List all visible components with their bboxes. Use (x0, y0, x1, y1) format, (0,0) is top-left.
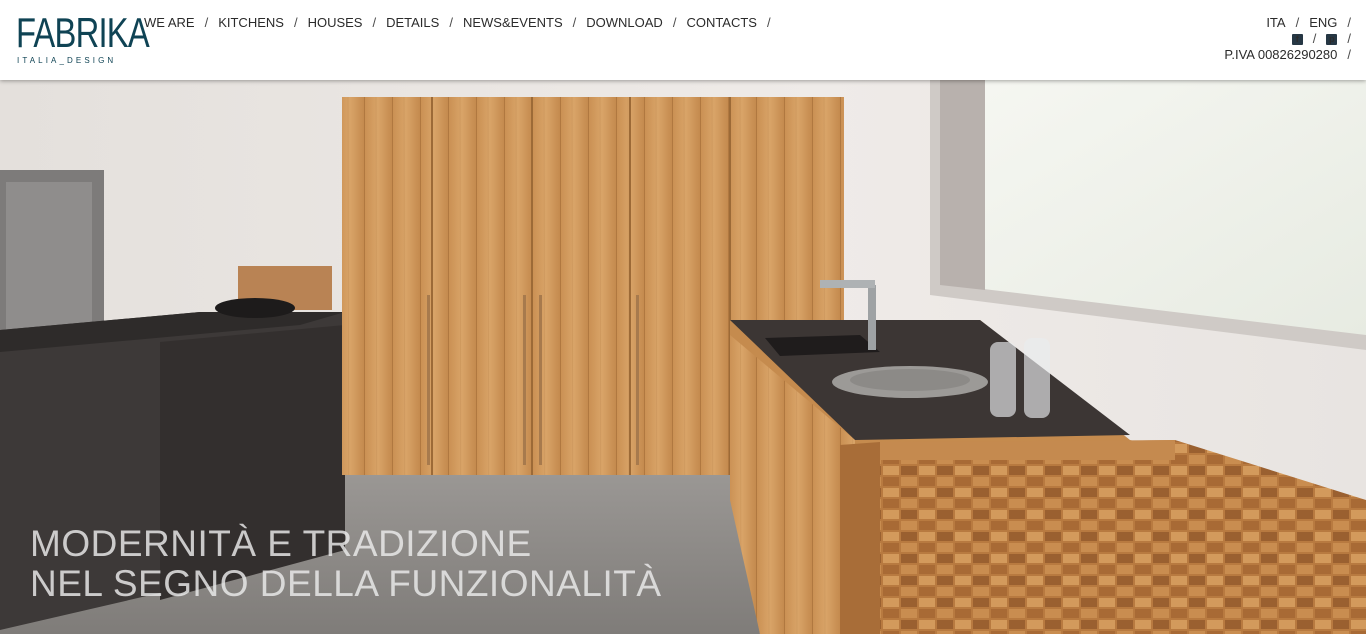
logo-wordmark: FABRIKA (16, 9, 150, 56)
logo-tagline: ITALIA_DESIGN (17, 56, 117, 65)
nav-separator: / (372, 15, 377, 30)
nav-separator: / (572, 15, 577, 30)
nav-separator: / (293, 15, 298, 30)
main-nav: WE ARE / KITCHENS / HOUSES / DETAILS / N… (144, 15, 781, 30)
lang-eng-link[interactable]: ENG (1309, 15, 1337, 31)
vat-separator: / (1347, 47, 1351, 62)
lang-ita-link[interactable]: ITA (1266, 15, 1285, 31)
hero-image: MODERNITÀ E TRADIZIONE NEL SEGNO DELLA F… (0, 80, 1366, 634)
lang-separator: / (1295, 15, 1300, 30)
social-separator: / (1347, 31, 1351, 46)
nav-item-we-are[interactable]: WE ARE (144, 15, 195, 30)
nav-item-download[interactable]: DOWNLOAD (586, 15, 663, 30)
nav-item-contacts[interactable]: CONTACTS (686, 15, 757, 30)
hero-headline: MODERNITÀ E TRADIZIONE NEL SEGNO DELLA F… (30, 524, 662, 604)
language-switcher: ITA / ENG / (1224, 15, 1351, 31)
nav-separator: / (672, 15, 677, 30)
social-separator: / (1312, 31, 1317, 46)
hero-headline-line2: NEL SEGNO DELLA FUNZIONALITÀ (30, 563, 662, 604)
nav-separator: / (449, 15, 453, 30)
vat-row: P.IVA 00826290280 / (1224, 47, 1351, 63)
nav-item-details[interactable]: DETAILS (386, 15, 439, 30)
nav-separator: / (204, 15, 209, 30)
nav-item-news-events[interactable]: NEWS&EVENTS (463, 15, 563, 30)
nav-separator: / (766, 15, 771, 30)
nav-item-houses[interactable]: HOUSES (308, 15, 363, 30)
header-utility: ITA / ENG / f / p / P.IVA 00826290280 / (1224, 15, 1351, 63)
fabrika-logo[interactable]: FABRIKA ITALIA_DESIGN (16, 9, 150, 68)
hero-headline-line1: MODERNITÀ E TRADIZIONE (30, 523, 532, 564)
social-links: f / p / (1224, 31, 1351, 47)
nav-item-kitchens[interactable]: KITCHENS (218, 15, 284, 30)
pinterest-icon[interactable]: p (1326, 33, 1338, 45)
vat-number: P.IVA 00826290280 (1224, 47, 1338, 62)
lang-separator: / (1347, 15, 1351, 30)
site-header: FABRIKA ITALIA_DESIGN WE ARE / KITCHENS … (0, 0, 1366, 80)
facebook-icon[interactable]: f (1291, 33, 1303, 45)
